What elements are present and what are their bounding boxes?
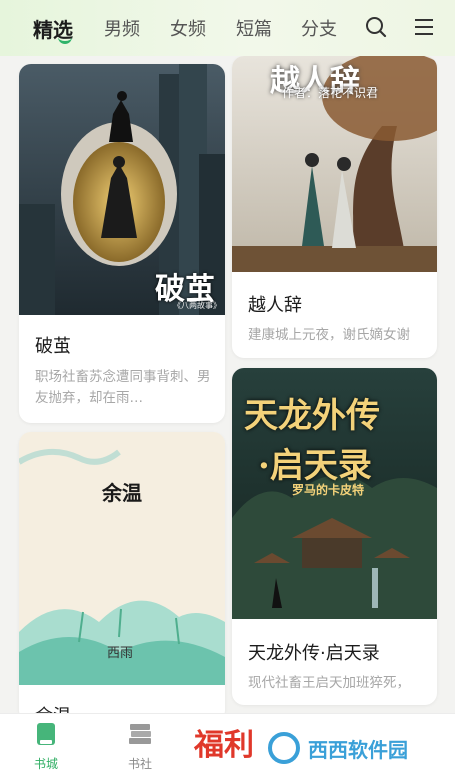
tab-branch[interactable]: 分支 — [301, 15, 337, 41]
book-description: 现代社畜王启天加班猝死， — [248, 675, 410, 691]
nav-label: 书社 — [127, 757, 152, 771]
book-icon — [37, 723, 55, 745]
cover-subtitle: 西雨 — [107, 646, 134, 661]
book-feed[interactable]: 破茧 《八两故事》 破茧 职场社畜苏念遭同事背刺、男友抛弃，却在雨… 越人辞 作… — [0, 56, 455, 713]
book-card[interactable]: 越人辞 作者：落花不识君 越人辞 建康城上元夜，谢氏嫡女谢 — [232, 56, 437, 358]
tab-short[interactable]: 短篇 — [236, 15, 272, 41]
nav-label: 福利 — [194, 728, 254, 763]
book-title: 天龙外传·启天录 — [248, 643, 380, 664]
book-card[interactable]: 余温 西雨 余温 — [19, 432, 225, 713]
search-icon[interactable] — [364, 15, 388, 39]
cover-subtitle: 罗马的卡皮特 — [292, 483, 365, 497]
books-stack-icon — [129, 724, 151, 744]
cover-subtitle: 作者：落花不识君 — [282, 86, 379, 100]
cover-title: 天龙外传 — [244, 396, 380, 436]
bottom-nav-bar: 书城 书社 福利 西西软件园 — [0, 713, 455, 777]
book-card[interactable]: 破茧 《八两故事》 破茧 职场社畜苏念遭同事背刺、男友抛弃，却在雨… — [19, 64, 225, 423]
menu-icon[interactable] — [412, 15, 436, 39]
watermark: 西西软件园 — [260, 728, 435, 768]
cover-title-line-2: ·启天录 — [258, 446, 372, 486]
book-cover[interactable]: 天龙外传 ·启天录 罗马的卡皮特 — [232, 368, 437, 619]
book-title: 破茧 — [35, 336, 71, 357]
book-cover[interactable]: 余温 西雨 — [19, 432, 225, 685]
book-card[interactable]: 天龙外传 ·启天录 罗马的卡皮特 天龙外传·启天录 现代社畜王启天加班猝死， — [232, 368, 437, 705]
top-nav-bar: 精选 男频 女频 短篇 分支 — [0, 0, 455, 56]
cover-title: 余温 — [102, 481, 142, 505]
nav-item-community[interactable]: 书社 — [110, 722, 170, 772]
cover-subtitle: 《八两故事》 — [173, 301, 221, 310]
nav-label: 书城 — [33, 757, 58, 771]
book-title: 余温 — [35, 702, 71, 713]
watermark-text: 西西软件园 — [308, 738, 408, 762]
book-title: 越人辞 — [248, 295, 302, 316]
welfare-badge-icon[interactable]: 福利 — [194, 720, 254, 764]
watermark-logo-icon — [268, 732, 300, 764]
tab-female[interactable]: 女频 — [170, 15, 206, 41]
book-description: 职场社畜苏念遭同事背刺、男友抛弃，却在雨… — [35, 369, 211, 406]
book-cover[interactable]: 越人辞 作者：落花不识君 — [232, 56, 437, 272]
tab-male[interactable]: 男频 — [104, 15, 140, 41]
nav-item-bookstore[interactable]: 书城 — [16, 722, 76, 772]
book-description: 建康城上元夜，谢氏嫡女谢 — [248, 327, 410, 343]
book-cover[interactable]: 破茧 《八两故事》 — [19, 64, 225, 315]
